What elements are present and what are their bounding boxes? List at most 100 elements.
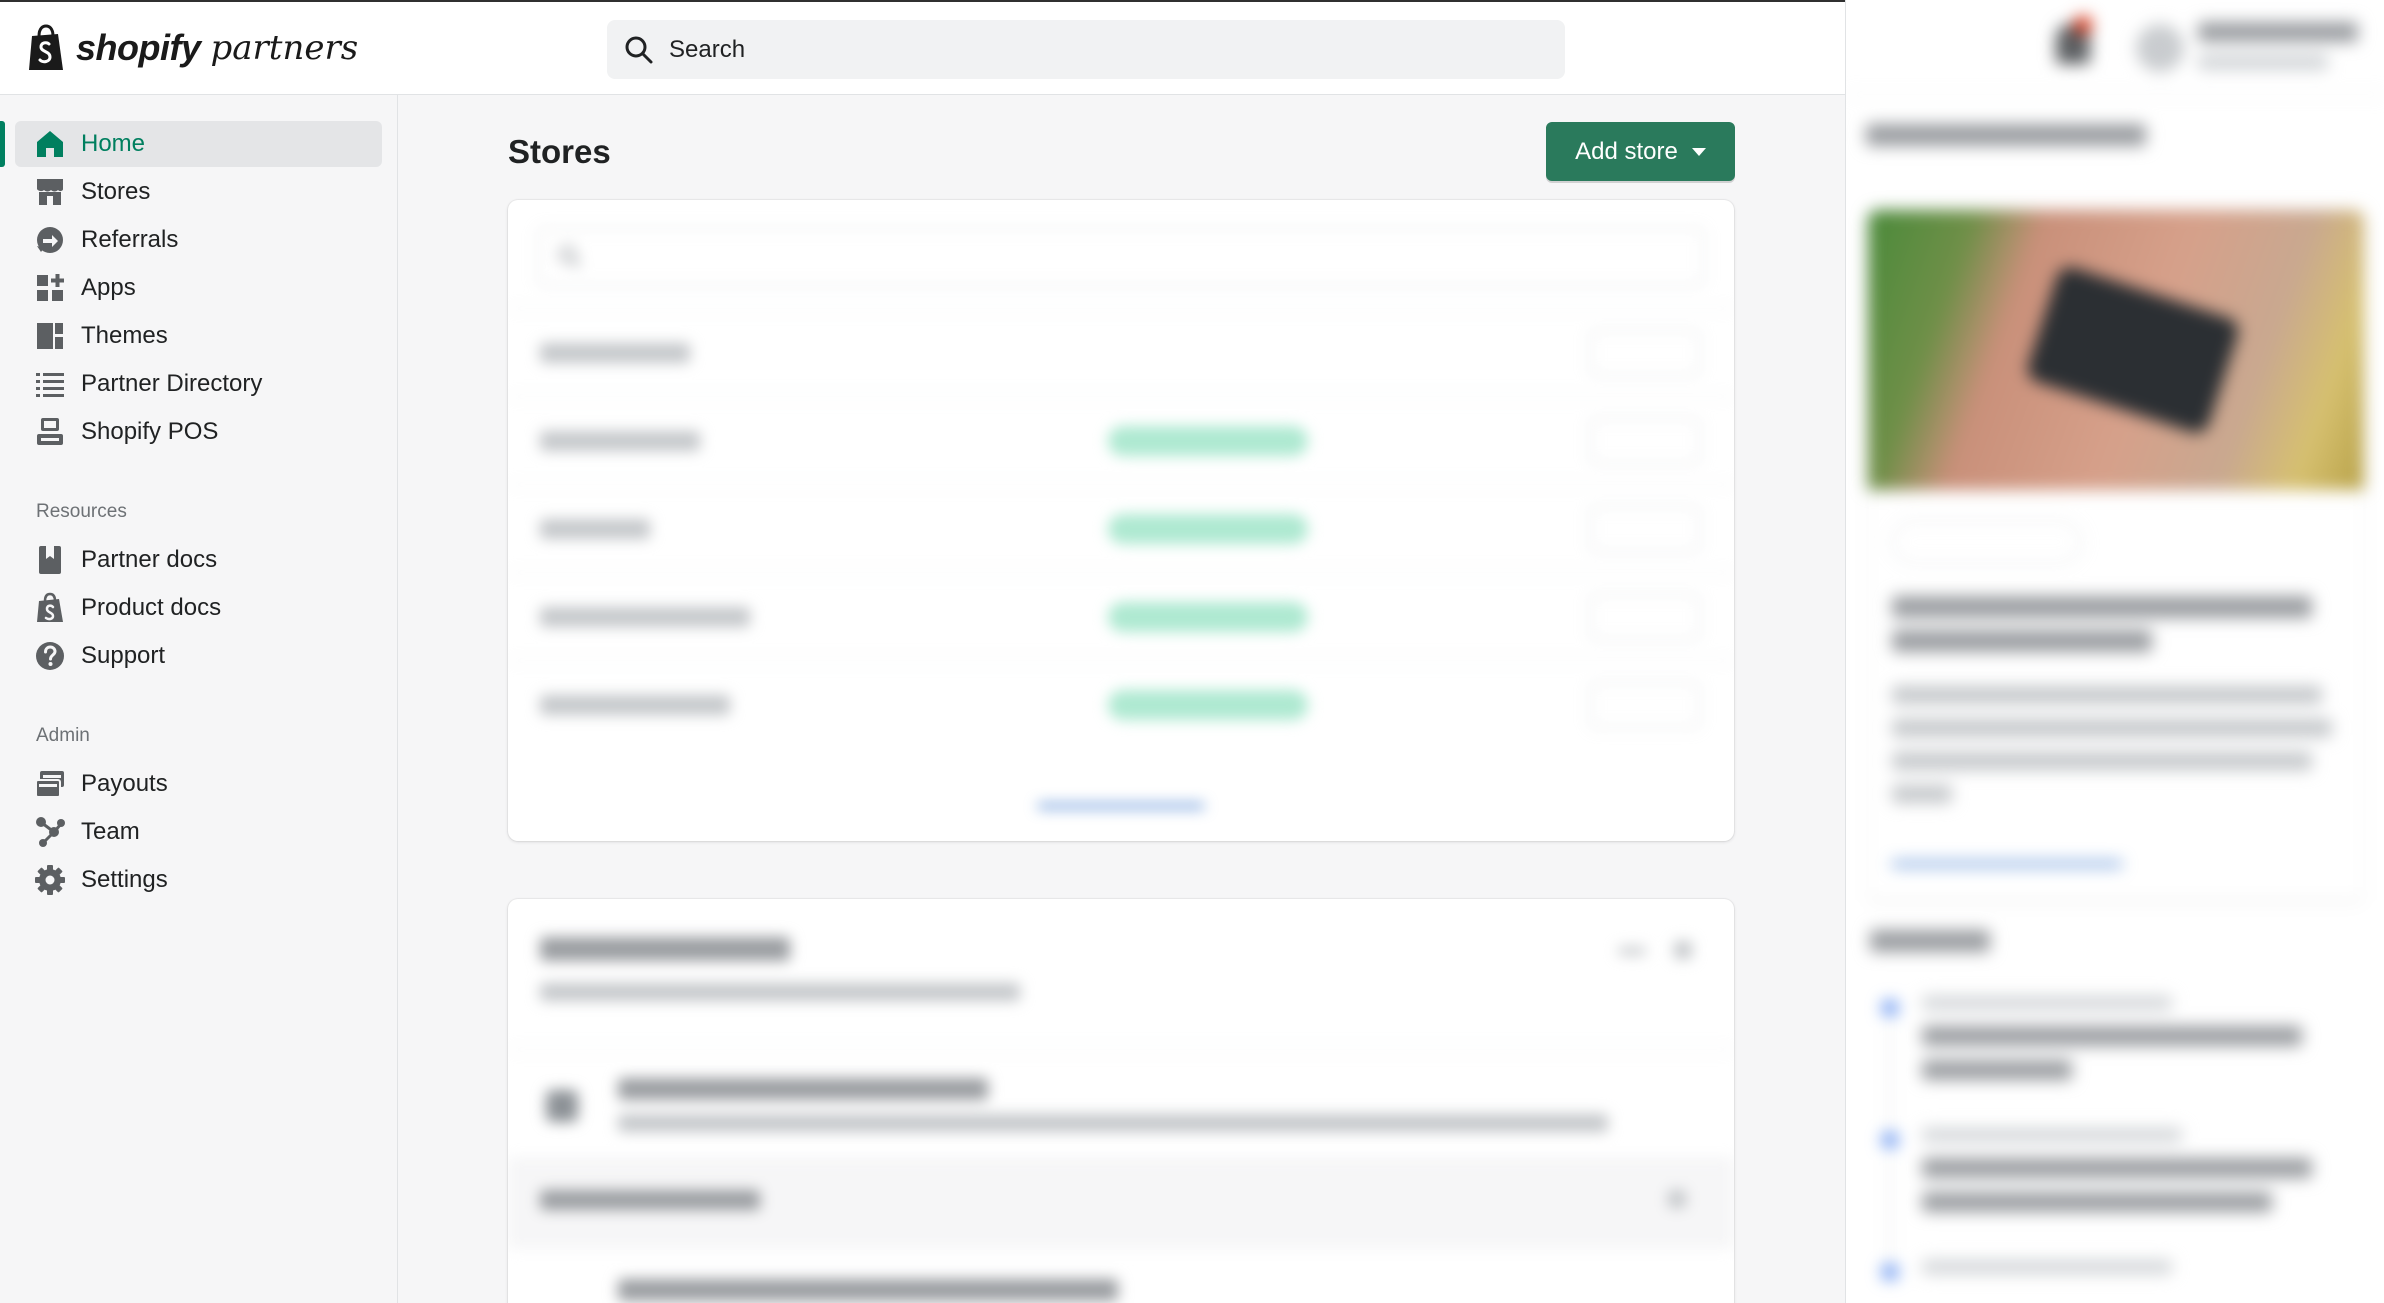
shopify-partners-logo[interactable]: shopify partners (26, 24, 358, 72)
store-status-badge (1108, 425, 1308, 456)
list-icon (33, 367, 67, 401)
sidebar-item-payouts[interactable]: Payouts (15, 761, 382, 807)
store-login-button[interactable] (1590, 505, 1700, 552)
store-row (508, 660, 1734, 748)
changelog-item[interactable] (1870, 996, 2350, 1132)
view-all-stores-link[interactable] (1038, 804, 1204, 808)
news-link[interactable] (1892, 862, 2122, 866)
search-input[interactable] (669, 35, 1549, 64)
sidebar-item-referrals[interactable]: Referrals (15, 217, 382, 263)
sidebar: Home Stores Referrals Apps Themes Partne… (0, 95, 398, 1303)
user-name-placeholder (2198, 22, 2358, 42)
main-content: Stores Add store (398, 95, 1845, 1303)
apps-icon (33, 271, 67, 305)
shopify-bag-icon (33, 591, 67, 625)
store-login-button[interactable] (1590, 593, 1700, 640)
stores-search-input[interactable] (538, 228, 1704, 286)
payouts-icon (33, 767, 67, 801)
grow-section-title-placeholder (540, 1190, 760, 1210)
avatar[interactable] (2136, 24, 2184, 72)
changelog-item[interactable] (1870, 1128, 2350, 1264)
changelog-date-placeholder (1922, 1260, 2172, 1274)
sidebar-item-label: Stores (81, 178, 151, 205)
stores-card-blurred-content (508, 200, 1734, 841)
sidebar-item-home[interactable]: Home (0, 121, 382, 167)
sidebar-item-product-docs[interactable]: Product docs (15, 585, 382, 631)
sidebar-item-label: Shopify POS (81, 418, 219, 445)
changelog-line (1889, 1154, 1891, 1264)
question-icon (33, 639, 67, 673)
sidebar-item-label: Referrals (81, 226, 179, 253)
shopify-bag-icon (29, 24, 63, 70)
sidebar-item-label: Team (81, 818, 140, 845)
page-title: Stores (508, 133, 611, 170)
search-icon (625, 36, 653, 63)
sidebar-item-label: Partner docs (81, 546, 218, 573)
store-status-badge (1108, 601, 1308, 632)
sidebar-item-label: Settings (81, 866, 168, 893)
grow-item-title-placeholder (618, 1078, 988, 1100)
close-icon[interactable] (1674, 941, 1692, 959)
home-icon (33, 127, 67, 161)
changelog-item[interactable] (1870, 1260, 2350, 1303)
resources-heading: Resources (36, 501, 127, 522)
store-login-button[interactable] (1590, 417, 1700, 464)
sidebar-item-label: Home (81, 130, 146, 157)
grow-item-desc-placeholder (618, 1114, 1608, 1132)
sidebar-item-apps[interactable]: Apps (15, 265, 382, 311)
search-icon (559, 246, 581, 268)
news-title-placeholder (1892, 596, 2342, 652)
stores-card (508, 200, 1734, 841)
admin-heading: Admin (36, 725, 90, 746)
more-actions-icon[interactable] (1618, 947, 1646, 955)
sidebar-item-themes[interactable]: Themes (15, 313, 382, 359)
sidebar-item-support[interactable]: Support (15, 633, 382, 679)
changelog-dot (1882, 1264, 1898, 1280)
grow-title-placeholder (540, 937, 790, 961)
changelog-title-placeholder (1922, 1026, 2322, 1080)
logo-subtext: partners (210, 28, 359, 68)
whats-new-heading-placeholder (1866, 124, 2146, 146)
store-name-placeholder (540, 606, 750, 627)
chevron-icon (1668, 1190, 1686, 1208)
store-status-badge (1108, 689, 1308, 720)
changelog-heading-placeholder (1870, 930, 1990, 952)
themes-icon (33, 319, 67, 353)
team-icon (33, 815, 67, 849)
news-tag-pill (1892, 520, 2082, 564)
gear-icon (33, 863, 67, 897)
news-card (1868, 210, 2364, 900)
right-panel-blurred-content (1846, 0, 2384, 1303)
sidebar-item-partner-docs[interactable]: Partner docs (15, 537, 382, 583)
referral-icon (33, 223, 67, 257)
sidebar-item-shopify-pos[interactable]: Shopify POS (15, 409, 382, 455)
user-org-placeholder (2198, 54, 2328, 70)
notification-badge (2074, 16, 2092, 34)
store-name-placeholder (540, 430, 700, 451)
grow-item[interactable] (508, 1049, 1734, 1159)
add-store-button[interactable]: Add store (1546, 122, 1735, 181)
grow-subtitle-placeholder (540, 983, 1020, 1001)
news-desc-placeholder (1892, 686, 2342, 803)
sidebar-item-partner-directory[interactable]: Partner Directory (15, 361, 382, 407)
grow-card-blurred-content (508, 899, 1734, 1303)
global-search[interactable] (607, 20, 1565, 79)
changelog-date-placeholder (1922, 1128, 2182, 1142)
sidebar-item-settings[interactable]: Settings (15, 857, 382, 903)
academy-icon (546, 1090, 578, 1122)
store-login-button[interactable] (1590, 681, 1700, 728)
account-bar (1846, 0, 2384, 95)
caret-down-icon (1691, 147, 1706, 156)
store-icon (33, 175, 67, 209)
grow-section[interactable] (508, 1159, 1734, 1249)
sidebar-item-stores[interactable]: Stores (15, 169, 382, 215)
store-login-button[interactable] (1590, 329, 1700, 376)
sidebar-item-team[interactable]: Team (15, 809, 382, 855)
sidebar-item-label: Themes (81, 322, 168, 349)
changelog-line (1889, 1022, 1891, 1132)
top-bar: shopify partners (0, 0, 1845, 95)
add-store-label: Add store (1575, 137, 1678, 165)
store-name-placeholder (540, 342, 690, 363)
changelog-date-placeholder (1922, 996, 2172, 1010)
sidebar-item-label: Payouts (81, 770, 168, 797)
